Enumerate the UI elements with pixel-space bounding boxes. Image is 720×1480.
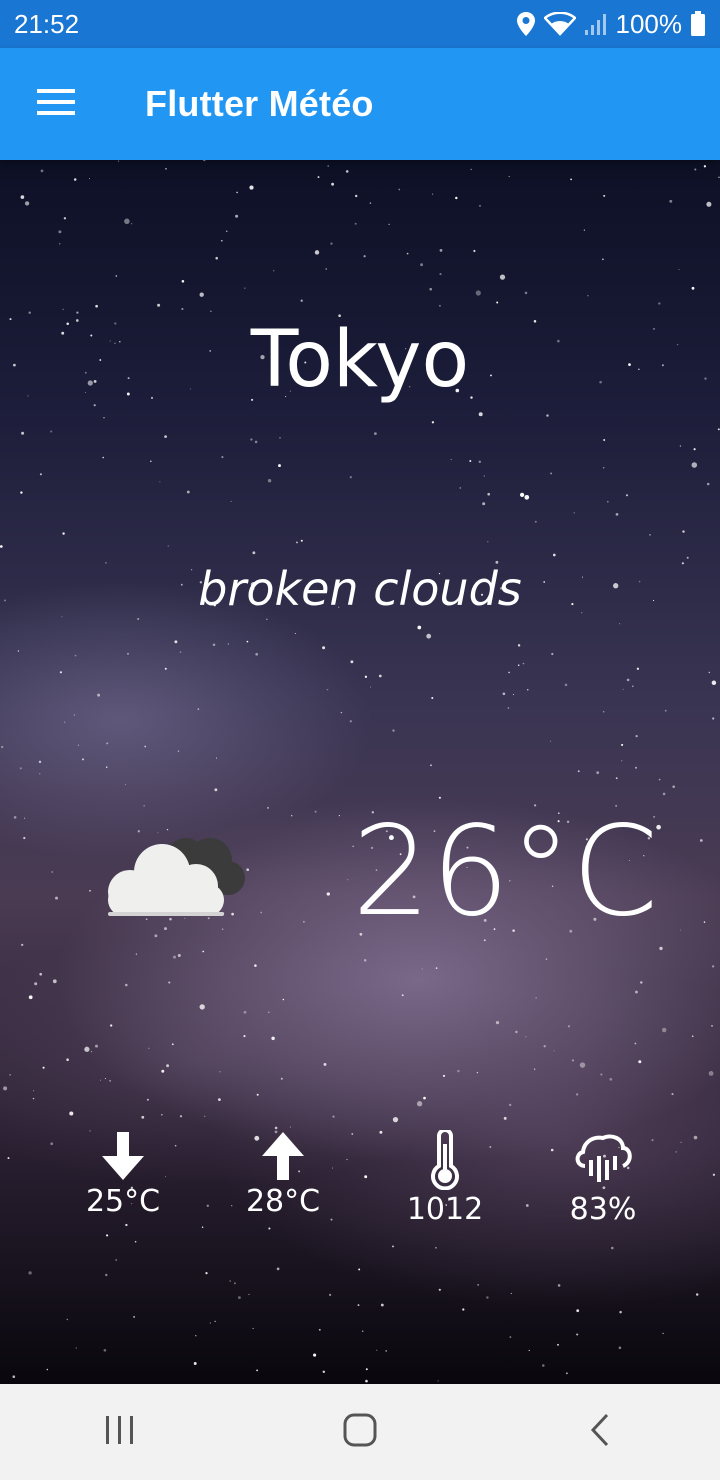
city-name: Tokyo: [250, 315, 470, 405]
broken-clouds-icon: [104, 828, 249, 929]
recent-apps-button[interactable]: [60, 1384, 180, 1480]
max-temp-value: 28°C: [245, 1184, 321, 1219]
back-icon: [589, 1413, 611, 1452]
app-title: Flutter Météo: [145, 83, 374, 124]
status-time: 21:52: [14, 8, 80, 39]
current-temperature: 26°C: [352, 800, 659, 944]
status-icons: 100%: [516, 9, 707, 40]
app-bar: Flutter Météo: [0, 48, 720, 160]
pressure-stat: 1012: [365, 1130, 525, 1227]
min-temp-value: 25°C: [85, 1184, 161, 1219]
min-temp-stat: 25°C: [43, 1130, 203, 1219]
wifi-icon: [543, 12, 576, 36]
menu-icon: [37, 88, 75, 121]
system-nav-bar: [0, 1384, 720, 1480]
home-button[interactable]: [300, 1384, 420, 1480]
weather-description: broken clouds: [198, 562, 522, 616]
back-button[interactable]: [540, 1384, 660, 1480]
location-icon: [516, 11, 536, 37]
status-bar: 21:52 100%: [0, 0, 720, 48]
thermometer-icon: [365, 1130, 525, 1190]
home-icon: [343, 1413, 377, 1452]
rain-cloud-icon: [523, 1130, 683, 1190]
battery-icon: [690, 11, 706, 37]
weather-view: Tokyo broken clouds 26°C 25°C 28°C 1012 …: [0, 160, 720, 1384]
battery-percent: 100%: [615, 8, 683, 39]
humidity-stat: 83%: [523, 1130, 683, 1227]
arrow-up-icon: [203, 1130, 363, 1182]
signal-icon: [584, 12, 608, 36]
max-temp-stat: 28°C: [203, 1130, 363, 1219]
menu-button[interactable]: [0, 48, 112, 160]
recent-apps-icon: [104, 1414, 136, 1451]
arrow-down-icon: [43, 1130, 203, 1182]
weather-stats: 25°C 28°C 1012 83%: [0, 1130, 720, 1240]
humidity-value: 83%: [569, 1192, 637, 1227]
pressure-value: 1012: [406, 1192, 484, 1227]
